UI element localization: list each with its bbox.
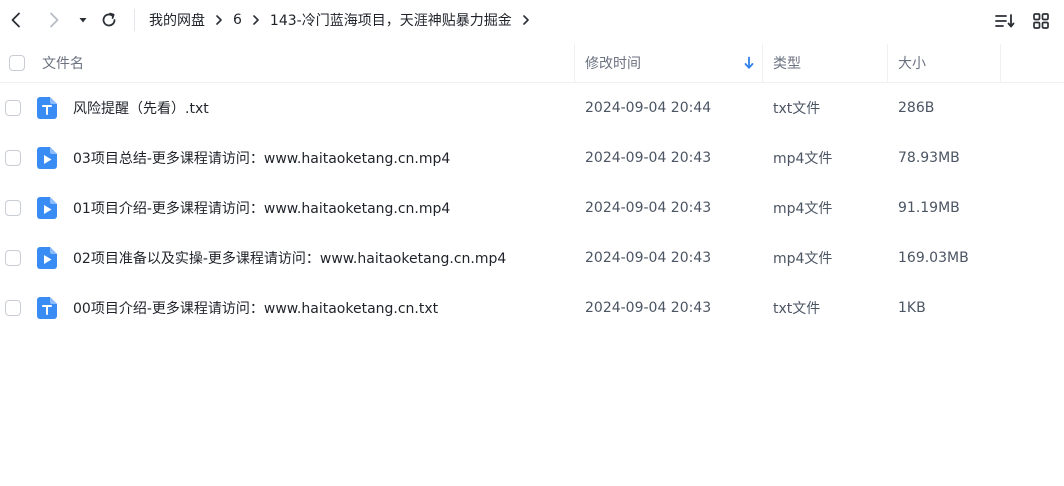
row-checkbox[interactable] <box>5 250 21 266</box>
file-name[interactable]: 03项目总结-更多课程请访问：www.haitaoketang.cn.mp4 <box>73 133 450 183</box>
row-checkbox[interactable] <box>5 200 21 216</box>
grid-icon <box>1033 13 1049 29</box>
chevron-right-icon <box>521 15 531 25</box>
breadcrumb-item-folder[interactable]: 6 <box>233 12 242 28</box>
column-header-name-label: 文件名 <box>42 56 84 72</box>
column-header-modified[interactable]: 修改时间 <box>575 44 763 82</box>
video-file-icon <box>37 197 57 219</box>
column-header-name[interactable]: 文件名 <box>30 44 575 82</box>
select-all-checkbox[interactable] <box>9 55 25 71</box>
file-row[interactable]: 02项目准备以及实操-更多课程请访问：www.haitaoketang.cn.m… <box>0 233 1064 283</box>
row-checkbox[interactable] <box>5 300 21 316</box>
row-checkbox[interactable] <box>5 100 21 116</box>
breadcrumb-item-current[interactable]: 143-冷门蓝海项目，天涯神贴暴力掘金 <box>270 10 512 30</box>
video-file-icon <box>37 247 57 269</box>
file-modified-time: 2024-09-04 20:43 <box>585 250 712 266</box>
file-name[interactable]: 01项目介绍-更多课程请访问：www.haitaoketang.cn.mp4 <box>73 183 450 233</box>
column-header-type[interactable]: 类型 <box>763 44 888 82</box>
file-size: 78.93MB <box>898 150 960 166</box>
sort-menu-button[interactable] <box>994 10 1016 32</box>
file-row[interactable]: 03项目总结-更多课程请访问：www.haitaoketang.cn.mp4 2… <box>0 133 1064 183</box>
file-size: 286B <box>898 100 935 116</box>
file-size: 1KB <box>898 300 926 316</box>
select-all-cell <box>9 44 29 82</box>
caret-down-icon <box>79 18 87 23</box>
chevron-right-icon <box>214 15 224 25</box>
sort-descending-icon <box>744 56 754 69</box>
toolbar-divider <box>134 9 135 31</box>
refresh-icon <box>102 12 116 27</box>
column-header-size-label: 大小 <box>898 56 926 72</box>
file-row[interactable]: 01项目介绍-更多课程请访问：www.haitaoketang.cn.mp4 2… <box>0 183 1064 233</box>
sort-list-icon <box>995 14 1015 28</box>
column-header-size[interactable]: 大小 <box>888 44 1001 82</box>
file-name[interactable]: 风险提醒（先看）.txt <box>73 83 209 133</box>
file-modified-time: 2024-09-04 20:43 <box>585 150 712 166</box>
file-size: 91.19MB <box>898 200 960 216</box>
file-type: mp4文件 <box>773 201 833 217</box>
file-row[interactable]: 00项目介绍-更多课程请访问：www.haitaoketang.cn.txt 2… <box>0 283 1064 333</box>
file-modified-time: 2024-09-04 20:43 <box>585 200 712 216</box>
forward-button[interactable] <box>42 8 66 32</box>
file-name[interactable]: 02项目准备以及实操-更多课程请访问：www.haitaoketang.cn.m… <box>73 233 506 283</box>
refresh-button[interactable] <box>97 8 121 32</box>
file-row[interactable]: 风险提醒（先看）.txt 2024-09-04 20:44 txt文件 286B <box>0 83 1064 133</box>
toolbar: 我的网盘 6 143-冷门蓝海项目，天涯神贴暴力掘金 <box>0 0 1064 42</box>
file-modified-time: 2024-09-04 20:44 <box>585 100 712 116</box>
file-type: txt文件 <box>773 101 821 117</box>
file-type: txt文件 <box>773 301 821 317</box>
chevron-right-icon <box>251 15 261 25</box>
file-size: 169.03MB <box>898 250 969 266</box>
file-type: mp4文件 <box>773 151 833 167</box>
grid-view-button[interactable] <box>1030 10 1052 32</box>
breadcrumb: 我的网盘 6 143-冷门蓝海项目，天涯神贴暴力掘金 <box>149 9 540 31</box>
file-list-header: 文件名 修改时间 类型 大小 <box>0 44 1064 83</box>
breadcrumb-item-root[interactable]: 我的网盘 <box>149 10 205 30</box>
text-file-icon <box>37 97 57 119</box>
text-file-icon <box>37 297 57 319</box>
column-header-modified-label: 修改时间 <box>585 56 641 72</box>
file-type: mp4文件 <box>773 251 833 267</box>
video-file-icon <box>37 147 57 169</box>
file-modified-time: 2024-09-04 20:43 <box>585 300 712 316</box>
row-checkbox[interactable] <box>5 150 21 166</box>
file-name[interactable]: 00项目介绍-更多课程请访问：www.haitaoketang.cn.txt <box>73 283 438 333</box>
column-header-type-label: 类型 <box>773 56 801 72</box>
chevron-left-icon <box>11 12 20 28</box>
history-dropdown-button[interactable] <box>71 8 95 32</box>
back-button[interactable] <box>4 8 28 32</box>
chevron-right-icon <box>50 12 59 28</box>
